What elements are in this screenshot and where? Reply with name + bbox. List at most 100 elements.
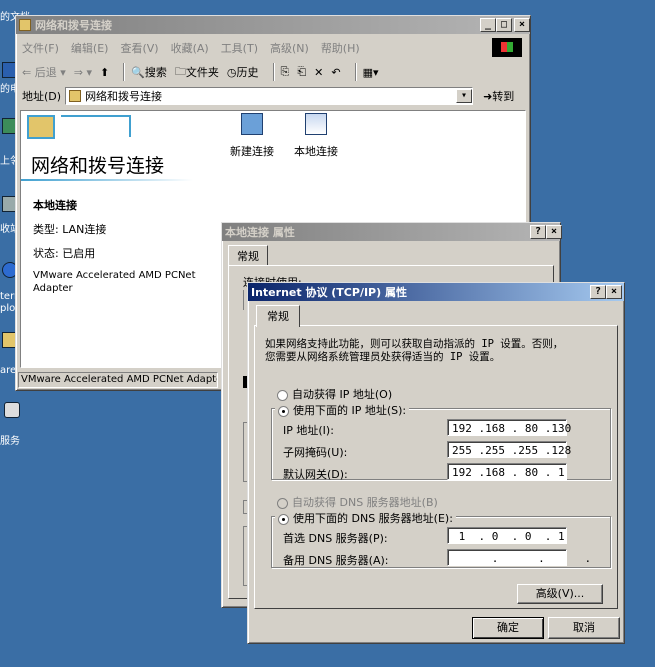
desktop-label: 服务 bbox=[0, 436, 20, 447]
page-heading: 网络和拨号连接 bbox=[31, 155, 165, 177]
gateway-field[interactable]: 192 .168 . 80 . 1 bbox=[447, 463, 567, 480]
tcpip-tab-panel: 如果网络支持此功能，则可以获取自动指派的 IP 设置。否则， 您需要从网络系统管… bbox=[254, 325, 618, 609]
preferred-dns-label: 首选 DNS 服务器(P): bbox=[283, 532, 388, 545]
views-button[interactable]: ▦ ▾ bbox=[363, 66, 379, 79]
toolbar-separator bbox=[354, 63, 357, 81]
undo-button[interactable]: ↶ bbox=[331, 66, 340, 79]
up-folder-icon: ⬆ bbox=[100, 65, 110, 79]
alternate-dns-field[interactable]: . . . bbox=[447, 549, 591, 566]
menu-file[interactable]: 文件(F) bbox=[22, 40, 59, 56]
delete-button[interactable]: ✕ bbox=[314, 66, 323, 79]
subnet-mask-label: 子网掩码(U): bbox=[283, 446, 348, 459]
search-icon: 🔍 bbox=[131, 65, 145, 79]
details-status: 状态: 已启用 bbox=[33, 247, 96, 260]
advanced-button[interactable]: 高级(V)... bbox=[517, 584, 603, 604]
close-button[interactable]: × bbox=[514, 18, 530, 32]
menu-bar: 文件(F) 编辑(E) 查看(V) 收藏(A) 工具(T) 高级(N) 帮助(H… bbox=[22, 40, 462, 56]
close-button[interactable]: × bbox=[546, 225, 562, 239]
local-connection-item[interactable]: 本地连接 bbox=[289, 113, 343, 159]
ok-button[interactable]: 确定 bbox=[472, 617, 544, 639]
heading-underline bbox=[21, 179, 193, 181]
back-arrow-icon: ⇐ bbox=[22, 65, 32, 79]
address-dropdown-button[interactable]: ▾ bbox=[456, 89, 473, 103]
services-icon[interactable] bbox=[4, 402, 20, 418]
details-name: 本地连接 bbox=[33, 199, 77, 212]
local-connection-label: 本地连接 bbox=[294, 145, 338, 158]
gateway-label: 默认网关(D): bbox=[283, 468, 348, 481]
ip-auto-radio[interactable]: 自动获得 IP 地址(O) bbox=[277, 386, 392, 402]
preferred-dns-field[interactable]: 1 . 0 . 0 . 1 bbox=[447, 527, 567, 544]
up-folder-button[interactable]: ⬆ bbox=[100, 66, 109, 79]
folders-icon: 🗀 bbox=[174, 64, 186, 78]
menu-help[interactable]: 帮助(H) bbox=[321, 40, 360, 56]
local-connection-icon bbox=[305, 113, 327, 135]
windows-logo-icon bbox=[492, 38, 522, 57]
folders-button[interactable]: 🗀 文件夹 bbox=[175, 63, 219, 82]
search-button[interactable]: 🔍 搜索 bbox=[131, 64, 167, 80]
help-button[interactable]: ? bbox=[530, 225, 546, 239]
close-button[interactable]: × bbox=[606, 285, 622, 299]
menu-view[interactable]: 查看(V) bbox=[120, 40, 158, 56]
history-icon: ◷ bbox=[226, 65, 237, 79]
tcpip-titlebar[interactable]: Internet 协议 (TCP/IP) 属性 bbox=[248, 283, 624, 301]
subnet-mask-field[interactable]: 255 .255 .255 .128 bbox=[447, 441, 571, 458]
menu-advanced[interactable]: 高级(N) bbox=[270, 40, 309, 56]
address-bar: 地址(D) 网络和拨号连接 ▾ ➜转到 bbox=[22, 86, 524, 106]
undo-icon: ↶ bbox=[331, 65, 341, 79]
network-folder-icon bbox=[69, 90, 82, 102]
dns-auto-radio[interactable]: 自动获得 DNS 服务器地址(B) bbox=[277, 494, 438, 510]
alternate-dns-label: 备用 DNS 服务器(A): bbox=[283, 554, 389, 567]
radio-indicator bbox=[278, 513, 289, 525]
menu-edit[interactable]: 编辑(E) bbox=[71, 40, 109, 56]
radio-indicator bbox=[277, 497, 288, 509]
go-arrow-icon: ➜ bbox=[483, 90, 493, 103]
status-bar: VMware Accelerated AMD PCNet Adapter bbox=[18, 372, 218, 388]
desktop-label: are bbox=[0, 365, 17, 376]
new-connection-label: 新建连接 bbox=[230, 145, 274, 158]
dns-manual-radio[interactable]: 使用下面的 DNS 服务器地址(E): bbox=[275, 510, 456, 526]
header-decoration bbox=[61, 115, 131, 137]
copy-to-icon: ⎗ bbox=[297, 65, 307, 78]
menu-favorites[interactable]: 收藏(A) bbox=[171, 40, 209, 56]
ip-manual-radio[interactable]: 使用下面的 IP 地址(S): bbox=[275, 402, 410, 418]
tab-general[interactable]: 常规 bbox=[228, 245, 268, 266]
network-connections-icon bbox=[27, 115, 55, 139]
toolbar: ⇐ 后退 ▾ ⇒ ▾ ⬆ 🔍 搜索 🗀 文件夹 ◷ 历史 ⎘ ⎗ ✕ ↶ ▦ ▾ bbox=[22, 62, 522, 82]
maximize-button[interactable]: □ bbox=[496, 18, 512, 32]
ip-address-field[interactable]: 192 .168 . 80 .130 bbox=[447, 419, 571, 436]
forward-button[interactable]: ⇒ ▾ bbox=[74, 66, 92, 79]
forward-arrow-icon: ⇒ bbox=[73, 65, 83, 79]
tcpip-dialog: Internet 协议 (TCP/IP) 属性 ? × 常规 如果网络支持此功能… bbox=[247, 282, 625, 644]
address-input[interactable]: 网络和拨号连接 ▾ bbox=[65, 87, 474, 105]
move-to-icon: ⎘ bbox=[280, 65, 290, 78]
details-device: VMware Accelerated AMD PCNet Adapter bbox=[33, 270, 196, 294]
properties-title: 本地连接 属性 bbox=[225, 226, 295, 239]
help-button[interactable]: ? bbox=[590, 285, 606, 299]
delete-icon: ✕ bbox=[314, 65, 324, 79]
radio-indicator bbox=[277, 389, 288, 401]
history-button[interactable]: ◷ 历史 bbox=[227, 64, 259, 80]
toolbar-separator bbox=[272, 63, 275, 81]
radio-indicator bbox=[278, 405, 289, 417]
tab-general[interactable]: 常规 bbox=[256, 305, 300, 327]
tcpip-description: 如果网络支持此功能，则可以获取自动指派的 IP 设置。否则， 您需要从网络系统管… bbox=[265, 338, 564, 363]
back-button[interactable]: ⇐ 后退 ▾ bbox=[22, 64, 66, 80]
cancel-button[interactable]: 取消 bbox=[548, 617, 620, 639]
properties-titlebar[interactable]: 本地连接 属性 bbox=[222, 223, 560, 241]
folder-icon bbox=[19, 19, 31, 31]
toolbar-separator bbox=[123, 63, 126, 81]
views-icon: ▦ bbox=[362, 65, 373, 79]
address-label: 地址(D) bbox=[22, 90, 62, 103]
new-connection-icon bbox=[241, 113, 263, 135]
ip-address-label: IP 地址(I): bbox=[283, 424, 334, 437]
move-to-button[interactable]: ⎘ bbox=[281, 65, 290, 79]
copy-to-button[interactable]: ⎗ bbox=[297, 65, 306, 79]
menu-tools[interactable]: 工具(T) bbox=[221, 40, 258, 56]
window-title: 网络和拨号连接 bbox=[35, 19, 112, 32]
explorer-titlebar[interactable]: 网络和拨号连接 bbox=[16, 16, 530, 34]
tcpip-title: Internet 协议 (TCP/IP) 属性 bbox=[251, 286, 407, 299]
go-button[interactable]: ➜转到 bbox=[483, 88, 514, 104]
details-type: 类型: LAN连接 bbox=[33, 223, 107, 236]
minimize-button[interactable]: _ bbox=[480, 18, 496, 32]
new-connection-item[interactable]: 新建连接 bbox=[227, 113, 277, 159]
